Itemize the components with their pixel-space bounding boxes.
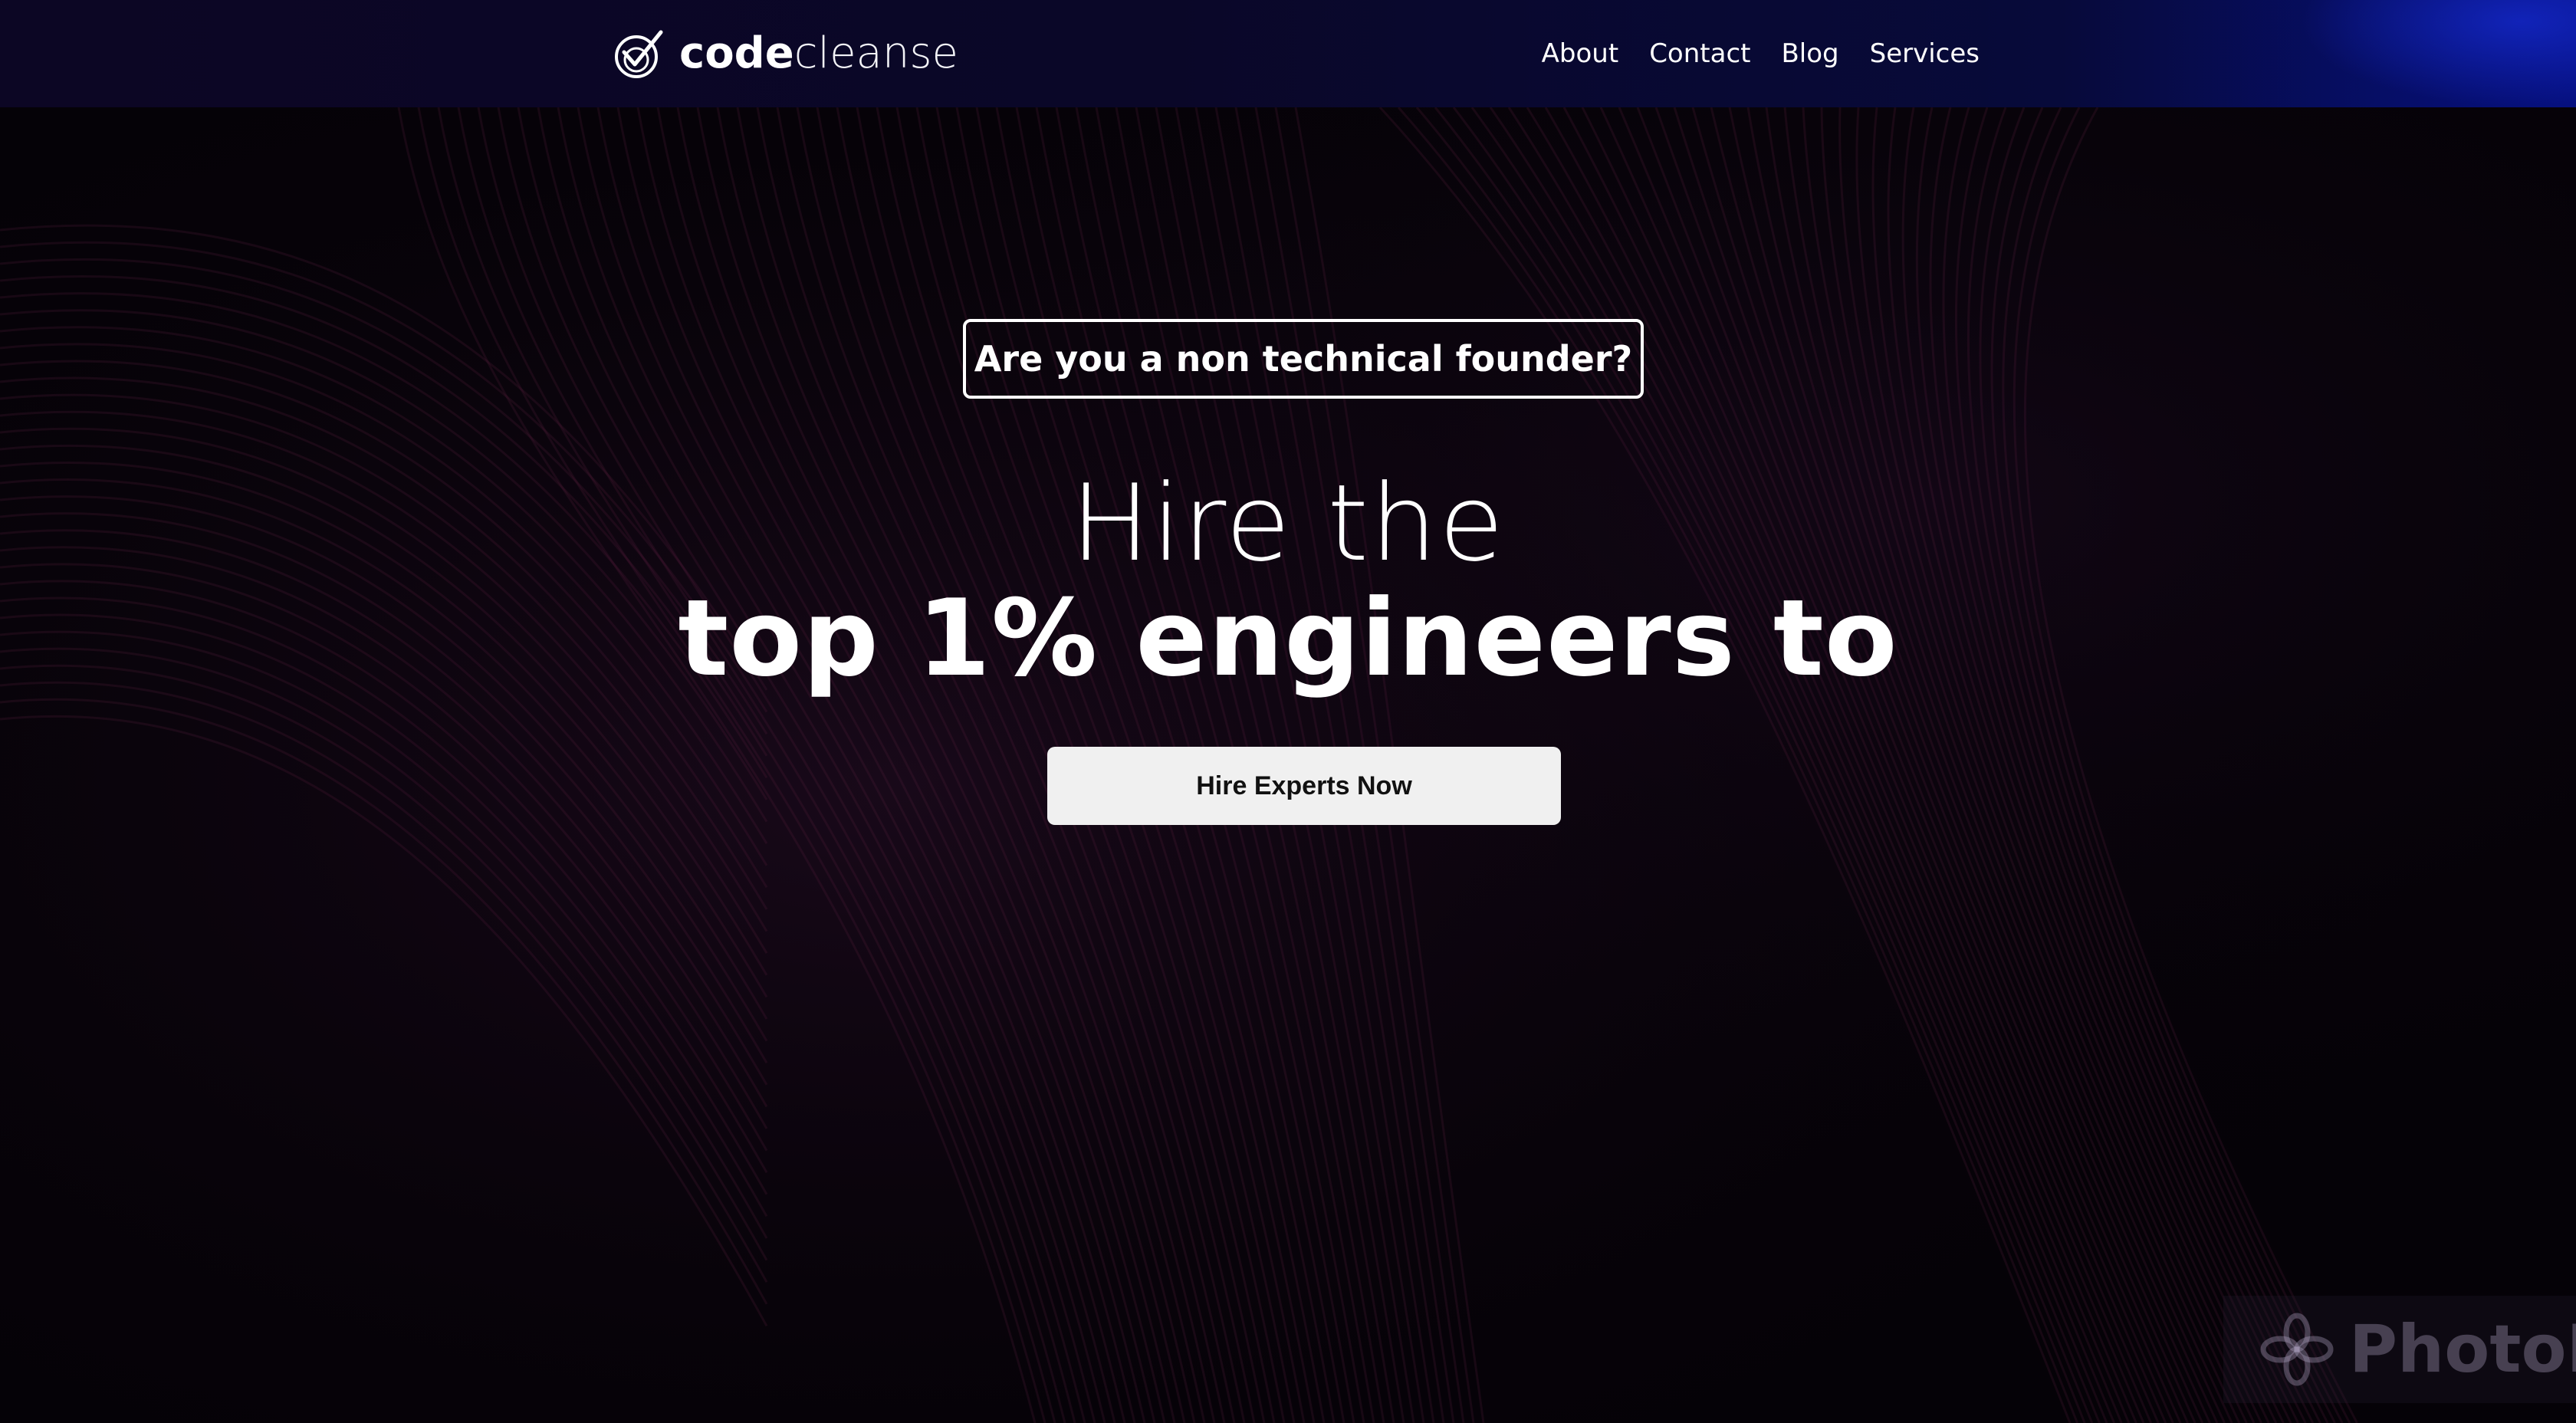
main-nav: About Contact Blog Services [1542, 31, 1980, 77]
hire-experts-button[interactable]: Hire Experts Now [1047, 747, 1561, 825]
flower-icon [2260, 1313, 2334, 1386]
check-swirl-icon [615, 30, 663, 78]
landing-page: codecleanse About Contact Blog Services … [0, 0, 2576, 1423]
hero-section: Are you a non technical founder? Hire th… [0, 107, 2576, 1423]
brand-logo[interactable]: codecleanse [612, 21, 958, 86]
watermark-text: PhotoM [2349, 1311, 2576, 1388]
eyebrow-badge: Are you a non technical founder? [963, 319, 1644, 399]
nav-about[interactable]: About [1542, 41, 1619, 67]
nav-contact[interactable]: Contact [1649, 41, 1750, 67]
brand-name: codecleanse [679, 32, 958, 75]
nav-blog[interactable]: Blog [1781, 41, 1838, 67]
brand-name-light: cleanse [794, 28, 958, 78]
site-header: codecleanse About Contact Blog Services [0, 0, 2576, 107]
brand-name-bold: code [679, 28, 794, 78]
watermark: PhotoM [2223, 1296, 2576, 1403]
nav-services[interactable]: Services [1870, 41, 1980, 67]
headline-line-2: top 1% engineers to [678, 577, 1898, 700]
headline-line-1: Hire the [1070, 462, 1506, 585]
